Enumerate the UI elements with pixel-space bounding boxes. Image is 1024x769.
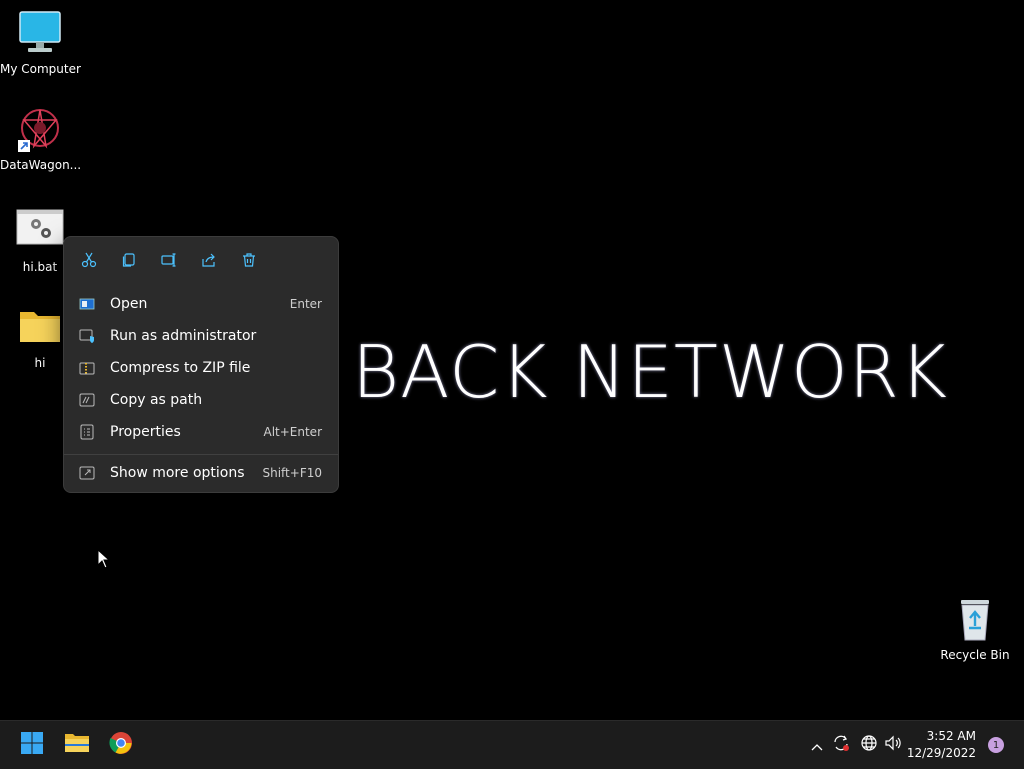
menu-item-label: Run as administrator bbox=[110, 328, 257, 344]
windows-start-icon bbox=[20, 731, 44, 759]
folder-icon bbox=[64, 732, 90, 758]
trash-icon bbox=[241, 252, 257, 272]
scissors-icon bbox=[81, 252, 97, 272]
desktop-icon-label: DataWagon... bbox=[0, 158, 82, 172]
chevron-up-icon bbox=[811, 736, 823, 755]
menu-item-open[interactable]: Open Enter bbox=[68, 289, 334, 319]
globe-icon bbox=[860, 734, 878, 756]
folder-icon bbox=[16, 304, 64, 352]
menu-separator bbox=[64, 454, 338, 455]
recycle-bin-icon bbox=[951, 596, 999, 644]
sync-status-button[interactable] bbox=[830, 733, 852, 757]
clock-time: 3:52 AM bbox=[926, 729, 976, 743]
menu-item-label: Properties bbox=[110, 424, 181, 440]
speaker-icon bbox=[884, 734, 902, 756]
menu-item-show-more-options[interactable]: Show more options Shift+F10 bbox=[68, 458, 334, 488]
menu-item-label: Show more options bbox=[110, 465, 245, 481]
mouse-cursor-icon bbox=[97, 548, 111, 573]
context-menu: Open Enter Run as administrator Compress… bbox=[63, 236, 339, 493]
cut-button[interactable] bbox=[76, 249, 102, 275]
menu-item-copy-as-path[interactable]: Copy as path bbox=[68, 385, 334, 415]
taskbar-clock[interactable]: 3:52 AM 12/29/2022 bbox=[907, 728, 976, 762]
desktop-icon-my-computer[interactable]: My Computer bbox=[0, 10, 81, 76]
more-options-icon bbox=[78, 464, 96, 482]
volume-button[interactable] bbox=[882, 733, 904, 757]
start-button[interactable] bbox=[16, 729, 48, 761]
menu-item-shortcut: Enter bbox=[289, 297, 322, 311]
shield-icon bbox=[78, 327, 96, 345]
batch-file-icon bbox=[16, 208, 64, 256]
open-icon bbox=[78, 295, 96, 313]
menu-item-shortcut: Alt+Enter bbox=[263, 425, 322, 439]
network-button[interactable] bbox=[858, 733, 880, 757]
copy-button[interactable] bbox=[116, 249, 142, 275]
menu-item-shortcut: Shift+F10 bbox=[262, 466, 322, 480]
menu-item-run-as-administrator[interactable]: Run as administrator bbox=[68, 321, 334, 351]
taskbar: 3:52 AM 12/29/2022 1 bbox=[0, 720, 1024, 769]
rename-button[interactable] bbox=[156, 249, 182, 275]
copy-icon bbox=[121, 252, 137, 272]
menu-item-label: Copy as path bbox=[110, 392, 203, 408]
desktop-icon-label: Recycle Bin bbox=[940, 648, 1010, 662]
notification-badge[interactable]: 1 bbox=[988, 737, 1004, 753]
chrome-icon bbox=[109, 731, 133, 759]
rename-icon bbox=[161, 252, 177, 272]
properties-icon bbox=[78, 423, 96, 441]
path-icon bbox=[78, 391, 96, 409]
share-button[interactable] bbox=[196, 249, 222, 275]
menu-item-label: Open bbox=[110, 296, 148, 312]
chrome-button[interactable] bbox=[105, 729, 137, 761]
desktop-icon-label: My Computer bbox=[0, 62, 81, 76]
context-menu-toolbar bbox=[64, 237, 338, 279]
zip-icon bbox=[78, 359, 96, 377]
delete-button[interactable] bbox=[236, 249, 262, 275]
menu-item-properties[interactable]: Properties Alt+Enter bbox=[68, 417, 334, 447]
sync-icon bbox=[832, 734, 850, 756]
file-explorer-button[interactable] bbox=[61, 729, 93, 761]
menu-item-label: Compress to ZIP file bbox=[110, 360, 251, 376]
share-icon bbox=[201, 252, 217, 272]
wallpaper-text: BACK NETWORK bbox=[352, 330, 948, 414]
menu-item-compress-zip[interactable]: Compress to ZIP file bbox=[68, 353, 334, 383]
datawagon-icon bbox=[16, 106, 64, 154]
desktop-icon-datawagon[interactable]: DataWagon... bbox=[0, 106, 82, 172]
tray-overflow-button[interactable] bbox=[808, 733, 826, 757]
clock-date: 12/29/2022 bbox=[906, 746, 976, 760]
computer-icon bbox=[16, 10, 64, 58]
desktop-icon-recycle-bin[interactable]: Recycle Bin bbox=[935, 596, 1015, 662]
